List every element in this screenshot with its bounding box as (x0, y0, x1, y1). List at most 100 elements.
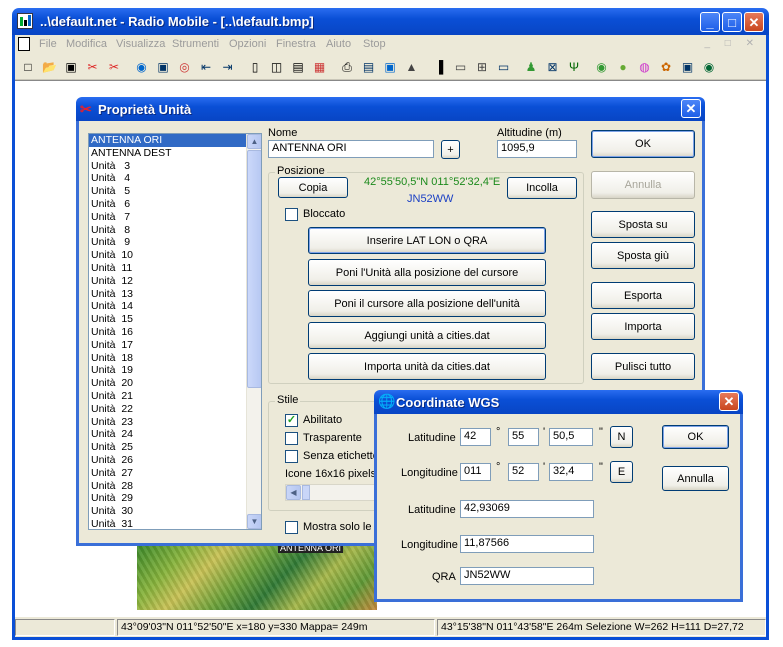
box-icon[interactable]: ▭ (496, 59, 512, 75)
menu-stop[interactable]: Stop (363, 38, 386, 50)
unit-list-item[interactable]: Unità 24 (89, 428, 261, 441)
unit-list-item[interactable]: Unità 19 (89, 364, 261, 377)
unit-list-item[interactable]: Unità 8 (89, 224, 261, 237)
lon-decimal-input[interactable]: 11,87566 (460, 535, 594, 553)
unit-list-item[interactable]: Unità 12 (89, 275, 261, 288)
clear-all-button[interactable]: Pulisci tutto (591, 353, 695, 380)
scroll-thumb[interactable] (247, 150, 261, 388)
target-icon[interactable]: ◉ (594, 59, 610, 75)
help-icon[interactable]: ◉ (701, 59, 717, 75)
import-from-cities-button[interactable]: Importa unità da cities.dat (308, 353, 546, 380)
zoom-icon[interactable]: ⊠ (545, 59, 561, 75)
network-icon[interactable]: ✂ (106, 59, 122, 75)
document-icon[interactable] (18, 37, 30, 51)
copy-icon[interactable]: ▣ (63, 59, 79, 75)
unit-list-item[interactable]: Unità 29 (89, 492, 261, 505)
menu-visualizza[interactable]: Visualizza (116, 38, 165, 50)
close-button[interactable]: ✕ (744, 12, 764, 32)
unit-list[interactable]: ANTENNA ORI ANTENNA DEST Unità 3 Unità 4 Uni… (88, 133, 262, 530)
lat-degrees-input[interactable]: 42 (460, 428, 491, 446)
unit-list-item[interactable]: Unità 9 (89, 236, 261, 249)
unit-list-item[interactable]: Unità 30 (89, 505, 261, 518)
open-icon[interactable]: 📂 (42, 59, 58, 75)
lon-seconds-input[interactable]: 32,4 (549, 463, 593, 481)
terrain-map[interactable] (137, 546, 377, 610)
unit-list-item[interactable]: Unità 7 (89, 211, 261, 224)
lon-minutes-input[interactable]: 52 (508, 463, 539, 481)
unit-list-item[interactable]: Unità 28 (89, 480, 261, 493)
paste-button[interactable]: Incolla (507, 177, 577, 199)
unit-list-item[interactable]: Unità 26 (89, 454, 261, 467)
import-button[interactable]: Importa (591, 313, 695, 340)
minimize-button[interactable]: _ (700, 12, 720, 32)
save-icon[interactable]: ▤ (290, 59, 306, 75)
unit-list-item[interactable]: Unità 23 (89, 416, 261, 429)
unit-properties-title-bar[interactable]: ✂ Proprietà Unità ✕ (76, 97, 705, 121)
unit-list-item[interactable]: Unità 17 (89, 339, 261, 352)
transparent-checkbox[interactable] (285, 432, 298, 445)
name-input[interactable]: ANTENNA ORI (268, 140, 434, 158)
unit-list-item[interactable]: Unità 4 (89, 172, 261, 185)
unit-list-item[interactable]: Unità 13 (89, 288, 261, 301)
first-icon[interactable]: ⇤ (198, 59, 214, 75)
menu-opzioni[interactable]: Opzioni (229, 38, 266, 50)
unit-list-item[interactable]: Unità 10 (89, 249, 261, 262)
scroll-down-icon[interactable]: ▼ (247, 514, 261, 529)
lat-minutes-input[interactable]: 55 (508, 428, 539, 446)
unit-list-item[interactable]: Unità 20 (89, 377, 261, 390)
wgs-title-bar[interactable]: 🌐 Coordinate WGS ✕ (374, 390, 743, 414)
qra-input[interactable]: JN52WW (460, 567, 594, 585)
new-icon[interactable]: □ (20, 59, 36, 75)
unit-list-item[interactable]: Unità 5 (89, 185, 261, 198)
unit-list-item[interactable]: Unità 31 (89, 518, 261, 529)
menu-strumenti[interactable]: Strumenti (172, 38, 219, 50)
unit-list-scrollbar[interactable]: ▲ ▼ (246, 134, 261, 529)
paste-icon[interactable]: ▤ (361, 59, 377, 75)
icon-scrollbar[interactable]: ◀ (285, 484, 380, 501)
unit-list-item[interactable]: Unità 21 (89, 390, 261, 403)
last-icon[interactable]: ⇥ (220, 59, 236, 75)
altitude-input[interactable]: 1095,9 (497, 140, 577, 158)
maximize-button[interactable]: □ (722, 12, 742, 32)
lon-degrees-input[interactable]: 011 (460, 463, 491, 481)
unit-list-item[interactable]: Unità 6 (89, 198, 261, 211)
radio-icon[interactable]: ▣ (155, 59, 171, 75)
gradient-icon[interactable]: ▐ (431, 59, 447, 75)
enter-lat-lon-qra-button[interactable]: Inserire LAT LON o QRA (308, 227, 546, 254)
enabled-checkbox[interactable]: ✓ (285, 414, 298, 427)
menu-file[interactable]: File (39, 38, 57, 50)
people-icon[interactable]: ♟ (523, 59, 539, 75)
unit-list-item[interactable]: Unità 25 (89, 441, 261, 454)
menu-aiuto[interactable]: Aiuto (326, 38, 351, 50)
unit-list-item[interactable]: Unità 14 (89, 300, 261, 313)
lat-seconds-input[interactable]: 50,5 (549, 428, 593, 446)
wgs-close-button[interactable]: ✕ (719, 392, 739, 411)
unit-list-item[interactable]: Unità 3 (89, 160, 261, 173)
panel-icon[interactable]: ▯ (247, 59, 263, 75)
scroll-up-icon[interactable]: ▲ (247, 134, 261, 149)
lat-hemisphere-button[interactable]: N (610, 426, 633, 448)
search-icon[interactable]: ◎ (177, 59, 193, 75)
chart-icon[interactable]: ▦ (312, 59, 328, 75)
show-only-checkbox[interactable] (285, 521, 298, 534)
wgs-cancel-button[interactable]: Annulla (662, 466, 729, 491)
menu-modifica[interactable]: Modifica (66, 38, 107, 50)
cancel-button[interactable]: Annulla (591, 171, 695, 199)
locked-checkbox[interactable] (285, 208, 298, 221)
wgs-ok-button[interactable]: OK (662, 425, 729, 449)
add-to-cities-button[interactable]: Aggiungi unità a cities.dat (308, 322, 546, 349)
unit-list-item[interactable]: ANTENNA DEST (89, 147, 261, 160)
earth-icon[interactable]: ● (615, 59, 631, 75)
unit-list-item[interactable]: ANTENNA ORI (89, 134, 261, 147)
ruler-icon[interactable]: ▭ (453, 59, 469, 75)
export-button[interactable]: Esporta (591, 282, 695, 309)
unit-list-item[interactable]: Unità 27 (89, 467, 261, 480)
icon-scroll-thumb[interactable] (302, 485, 310, 500)
resize-icon[interactable]: ◫ (269, 59, 285, 75)
move-down-button[interactable]: Sposta giù (591, 242, 695, 269)
colorwheel-icon[interactable]: ◍ (637, 59, 653, 75)
unit-list-item[interactable]: Unità 15 (89, 313, 261, 326)
grid-icon[interactable]: ⊞ (474, 59, 490, 75)
unit-list-item[interactable]: Unità 18 (89, 352, 261, 365)
plugin-icon[interactable]: ✿ (658, 59, 674, 75)
